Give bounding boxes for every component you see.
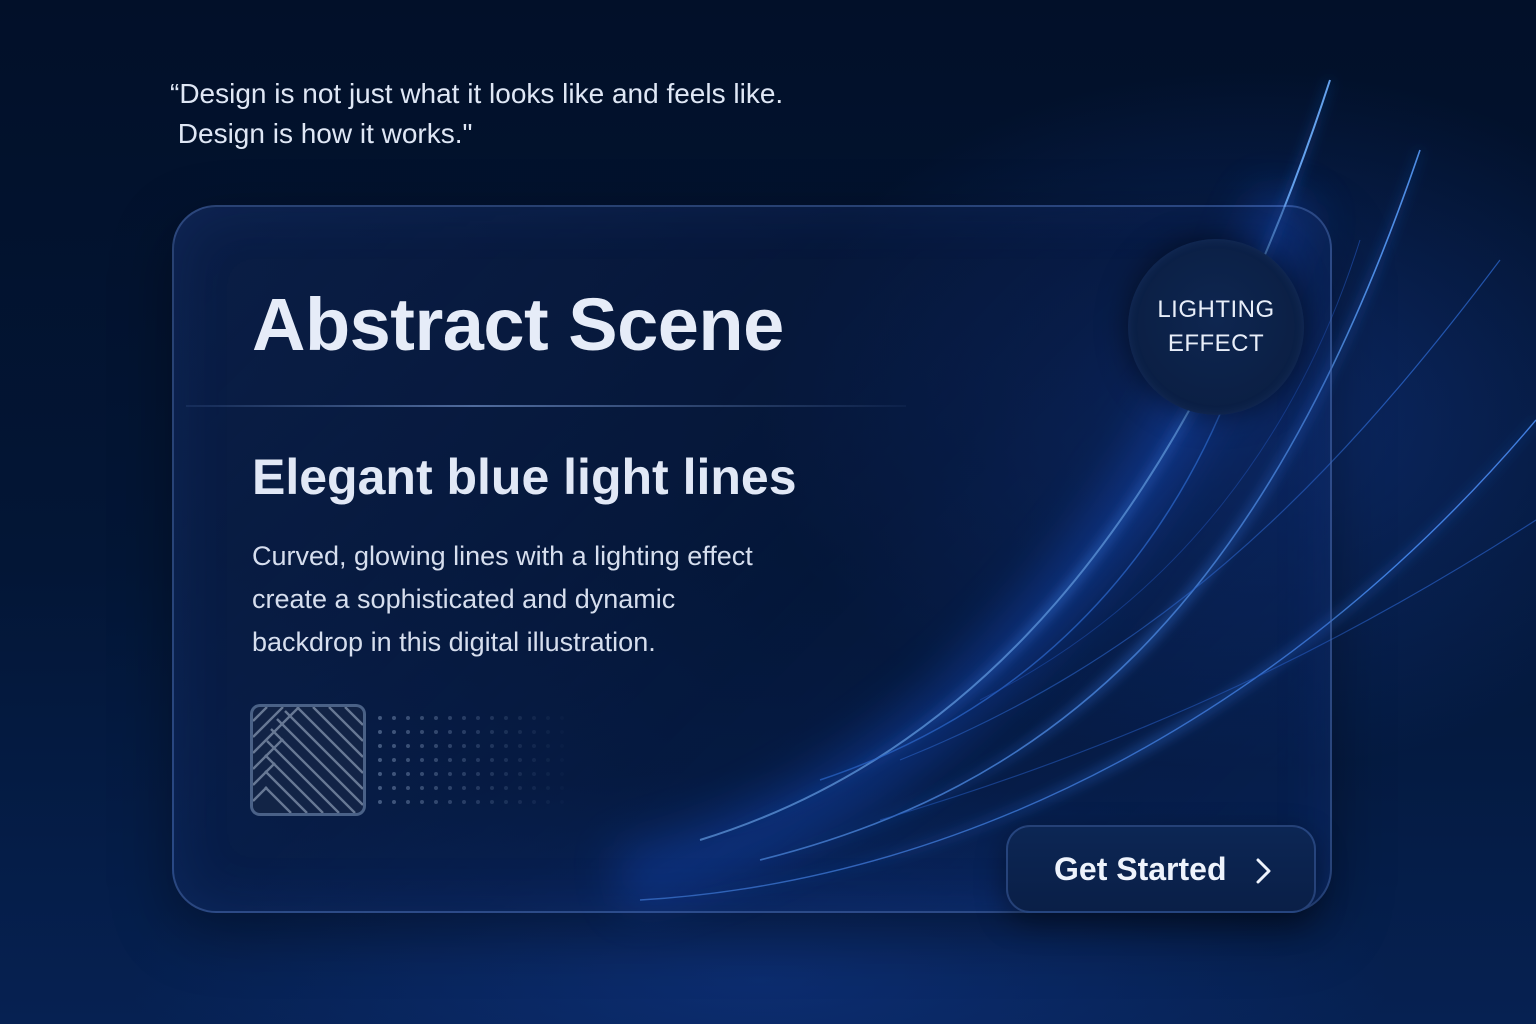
dot-grid-decoration [378,716,564,804]
quote: “Design is not just what it looks like a… [170,74,930,154]
badge-line-1: LIGHTING [1157,296,1275,323]
get-started-label: Get Started [1054,850,1227,887]
quote-line-2: Design is how it works." [170,118,473,149]
card-subtitle: Elegant blue light lines [252,449,797,505]
diagonal-pattern-icon [250,704,366,816]
card-title: Abstract Scene [252,283,784,366]
get-started-button[interactable]: Get Started [1006,825,1316,913]
quote-line-1: “Design is not just what it looks like a… [170,78,784,109]
description-line-3: backdrop in this digital illustration. [252,627,656,657]
lighting-effect-badge: LIGHTING EFFECT [1128,239,1304,415]
chevron-right-icon [1256,858,1271,884]
description-line-2: create a sophisticated and dynamic [252,584,676,614]
description-line-1: Curved, glowing lines with a lighting ef… [252,541,753,571]
card-description: Curved, glowing lines with a lighting ef… [252,535,872,664]
badge-line-2: EFFECT [1167,330,1265,357]
divider [186,405,906,407]
